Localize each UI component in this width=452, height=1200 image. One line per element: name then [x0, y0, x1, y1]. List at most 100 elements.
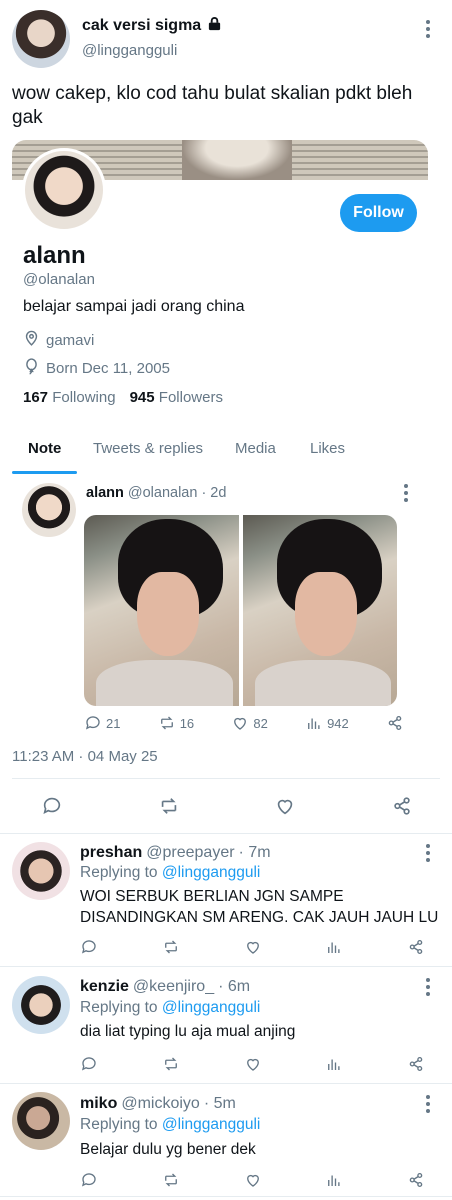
pinned-tweet-avatar[interactable]: [22, 483, 76, 537]
main-tweet-actions: [41, 795, 413, 817]
tweet-photo-1[interactable]: [84, 515, 239, 706]
reply-retweet-button[interactable]: [162, 1171, 180, 1189]
reply-age: · 6m: [218, 978, 251, 995]
views-action[interactable]: 942: [305, 714, 349, 732]
following-label: Following: [52, 389, 116, 406]
followers-label: Followers: [158, 389, 223, 406]
reply-reply-button[interactable]: [80, 938, 98, 956]
reply-author-handle[interactable]: @mickoiyo: [121, 1095, 199, 1113]
reply-reply-button[interactable]: [80, 1055, 98, 1073]
replying-to-handle[interactable]: @linggangguli: [162, 864, 260, 881]
like-count: 82: [253, 715, 268, 731]
reply-more-icon[interactable]: [418, 1094, 438, 1114]
views-icon: [328, 1175, 340, 1186]
views-icon: [328, 1059, 340, 1070]
profile-handle: @olanalan: [23, 271, 95, 288]
reply-divider: [0, 1196, 452, 1197]
reply-header: miko @mickoiyo · 5m: [80, 1095, 236, 1113]
pinned-tweet-handle[interactable]: @olanalan: [128, 485, 198, 501]
replying-to-handle[interactable]: @linggangguli: [162, 1116, 260, 1133]
profile-location-row: gamavi: [23, 330, 94, 351]
pinned-tweet-name[interactable]: alann: [86, 485, 124, 501]
reply-author-name[interactable]: preshan: [80, 844, 142, 862]
reply-retweet-button[interactable]: [162, 1055, 180, 1073]
quote-author-handle[interactable]: @linggangguli: [82, 42, 177, 59]
profile-bio: belajar sampai jadi orang china: [23, 298, 245, 315]
reply-age: · 5m: [203, 1095, 236, 1112]
reply-icon: [81, 1173, 96, 1187]
quote-tweet-text: wow cakep, klo cod tahu bulat skalian pd…: [12, 83, 413, 128]
location-pin-icon: [23, 330, 40, 351]
reply-text: dia liat typing lu aja mual anjing: [80, 1023, 296, 1040]
reply-icon: [81, 940, 96, 954]
following-stat[interactable]: 167 Following: [23, 389, 116, 406]
follow-button[interactable]: Follow: [340, 194, 417, 232]
pinned-tweet-more-icon[interactable]: [396, 483, 416, 503]
tab-tweets-replies[interactable]: Tweets & replies: [93, 440, 203, 457]
reply-share-button[interactable]: [407, 1171, 425, 1189]
main-reply-button[interactable]: [41, 795, 63, 817]
reply-share-button[interactable]: [407, 938, 425, 956]
tab-likes[interactable]: Likes: [310, 440, 345, 457]
share-icon: [409, 939, 423, 955]
reply-icon: [85, 716, 100, 730]
reply-author-handle[interactable]: @preepayer: [146, 844, 234, 862]
replying-to-label: Replying to: [80, 1116, 158, 1133]
following-count: 167: [23, 389, 49, 406]
reply-author-name[interactable]: miko: [80, 1095, 117, 1113]
more-options-icon[interactable]: [418, 19, 438, 39]
reply-author-handle[interactable]: @keenjiro_: [133, 978, 214, 996]
main-retweet-button[interactable]: [158, 795, 180, 817]
retweet-icon: [160, 716, 173, 730]
reply-like-button[interactable]: [244, 1055, 262, 1073]
reply-divider: [0, 966, 452, 967]
reply-avatar[interactable]: [12, 842, 70, 900]
reply-like-button[interactable]: [244, 1171, 262, 1189]
quote-author-avatar[interactable]: [12, 10, 70, 68]
reply-count: 21: [106, 715, 121, 731]
quote-author-name-row: cak versi sigma: [82, 16, 222, 36]
reply-views-button[interactable]: [325, 938, 343, 956]
retweet-icon: [164, 940, 177, 954]
reply-avatar[interactable]: [12, 1092, 70, 1150]
quote-author-name[interactable]: cak versi sigma: [82, 17, 201, 35]
profile-born: Born Dec 11, 2005: [46, 360, 170, 377]
followers-stat[interactable]: 945 Followers: [130, 389, 223, 406]
reply-views-button[interactable]: [325, 1055, 343, 1073]
reply-divider: [0, 1083, 452, 1084]
share-icon: [409, 1056, 423, 1072]
main-like-button[interactable]: [274, 795, 296, 817]
lock-icon: [207, 16, 222, 36]
retweet-action[interactable]: 16: [158, 714, 194, 732]
replying-to-label: Replying to: [80, 999, 158, 1016]
like-action[interactable]: 82: [231, 714, 268, 732]
views-icon: [308, 718, 320, 729]
reply-retweet-button[interactable]: [162, 938, 180, 956]
retweet-icon: [161, 798, 176, 814]
tab-note[interactable]: Note: [28, 440, 61, 457]
followers-count: 945: [129, 389, 155, 406]
tab-media[interactable]: Media: [235, 440, 276, 457]
share-action[interactable]: [386, 714, 404, 732]
reply-actions: [80, 1171, 425, 1189]
reply-icon: [43, 797, 61, 814]
reply-avatar[interactable]: [12, 976, 70, 1034]
reply-views-button[interactable]: [325, 1171, 343, 1189]
pinned-tweet-age: · 2d: [201, 485, 227, 501]
reply-text: WOI SERBUK BERLIAN JGN SAMPE DISANDINGKA…: [80, 888, 439, 926]
reply-more-icon[interactable]: [418, 977, 438, 997]
reply-author-name[interactable]: kenzie: [80, 978, 129, 996]
replying-to-line: Replying to @linggangguli: [80, 1114, 260, 1135]
active-tab-indicator: [12, 471, 77, 474]
replying-to-handle[interactable]: @linggangguli: [162, 999, 260, 1016]
reply-action[interactable]: 21: [84, 714, 120, 732]
reply-share-button[interactable]: [407, 1055, 425, 1073]
reply-age: · 7m: [238, 844, 271, 861]
reply-more-icon[interactable]: [418, 843, 438, 863]
profile-avatar[interactable]: [22, 148, 106, 232]
profile-born-row: Born Dec 11, 2005: [23, 358, 170, 379]
reply-reply-button[interactable]: [80, 1171, 98, 1189]
reply-like-button[interactable]: [244, 938, 262, 956]
tweet-photo-2[interactable]: [243, 515, 397, 706]
main-share-button[interactable]: [391, 795, 413, 817]
